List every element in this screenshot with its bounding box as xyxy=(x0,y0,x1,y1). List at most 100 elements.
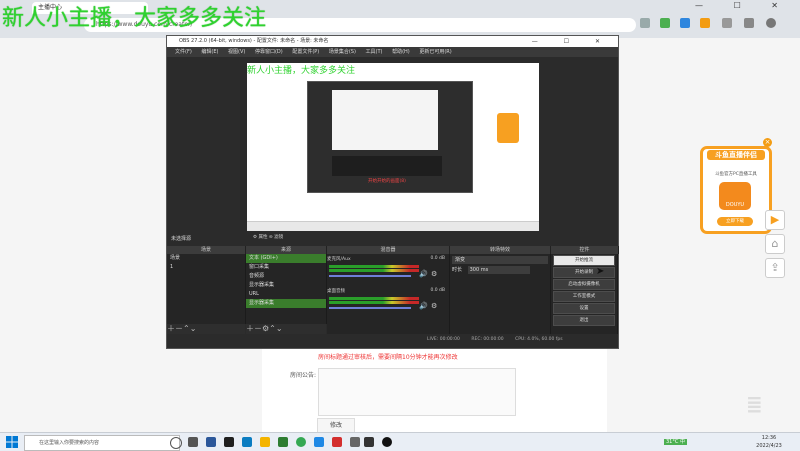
volume-slider[interactable] xyxy=(329,275,411,277)
add-icon[interactable]: ＋ xyxy=(246,324,254,333)
collections-icon[interactable] xyxy=(744,18,754,28)
filters-button[interactable]: 滤镜 xyxy=(274,235,283,240)
app-icon[interactable] xyxy=(314,437,324,447)
menu-update[interactable]: 更新已可用(R) xyxy=(419,47,451,57)
add-icon[interactable]: ＋ xyxy=(167,324,175,333)
sources-dock: 文本 (GDI+) 窗口采集 音频源 显示器采集 URL 显示器采集 xyxy=(246,254,327,324)
source-item[interactable]: 显示器采集 xyxy=(246,299,326,308)
virtual-camera-button[interactable]: 启动虚拟摄像机 xyxy=(553,279,615,290)
mixer-channel: 麦克风/Aux 0.0 dB 🔊 ⚙ xyxy=(327,256,449,278)
title-review-notice: 房间标题通过审核后，需要间隔10分钟才能再次修改 xyxy=(318,354,458,361)
filter-icon[interactable]: ⊜ xyxy=(269,235,273,240)
menu-profile[interactable]: 配置文件(P) xyxy=(292,47,319,57)
weather-badge[interactable]: 31°C 中 xyxy=(664,439,687,445)
app-icon[interactable] xyxy=(278,437,288,447)
remove-icon[interactable]: － xyxy=(175,324,183,333)
gear-icon[interactable]: ⚙ xyxy=(253,235,257,240)
source-item[interactable]: 文本 (GDI+) xyxy=(246,254,326,263)
folder-icon[interactable] xyxy=(260,437,270,447)
app-icon[interactable] xyxy=(224,437,234,447)
sources-toolbar: ＋－⚙⌃⌄ xyxy=(246,324,326,334)
play-icon[interactable]: ▶ xyxy=(765,210,785,230)
start-recording-button[interactable]: 开始录制 xyxy=(553,267,615,278)
rec-status: REC: 00:00:00 xyxy=(471,337,504,342)
obs-icon[interactable] xyxy=(382,437,392,447)
mouse-cursor-icon: ➤ xyxy=(596,266,605,277)
extension-icon[interactable] xyxy=(680,18,690,28)
home-icon[interactable]: ⌂ xyxy=(765,234,785,254)
volume-slider[interactable] xyxy=(329,307,411,309)
down-icon[interactable]: ⌄ xyxy=(190,324,197,333)
room-announcement-input[interactable] xyxy=(318,368,516,416)
menu-tools[interactable]: 工具(T) xyxy=(366,47,383,57)
transitions-dock-header: 转场特效 xyxy=(450,246,551,254)
source-item[interactable]: 窗口采集 xyxy=(246,263,326,272)
properties-button[interactable]: 属性 xyxy=(258,235,267,240)
app-icon[interactable] xyxy=(364,437,374,447)
obs-preview[interactable]: 新人小主播，大家多多关注 开始开始的画面(8) xyxy=(247,63,539,231)
remove-icon[interactable]: － xyxy=(254,324,262,333)
app-icon[interactable] xyxy=(242,437,252,447)
menu-view[interactable]: 视图(V) xyxy=(228,47,245,57)
app-icon[interactable] xyxy=(350,437,360,447)
exit-button[interactable]: 退出 xyxy=(553,315,615,326)
live-status: LIVE: 00:00:00 xyxy=(427,337,460,342)
mixer-channel: 桌面音频 0.0 dB 🔊 ⚙ xyxy=(327,288,449,310)
clock-date: 2022/4/23 xyxy=(756,443,782,449)
start-streaming-button[interactable]: 开始推流 xyxy=(553,255,615,266)
cortana-icon[interactable] xyxy=(170,437,182,449)
channel-name: 麦克风/Aux xyxy=(327,257,351,262)
transition-select[interactable]: 渐变 xyxy=(452,256,548,264)
channel-level: 0.0 dB xyxy=(430,256,445,261)
extension-icon[interactable] xyxy=(660,18,670,28)
cpu-status: CPU: 4.0%, 60.00 fps xyxy=(515,337,563,342)
scene-item[interactable]: 场景 xyxy=(167,254,245,263)
source-item[interactable]: 显示器采集 xyxy=(246,281,326,290)
profile-icon[interactable] xyxy=(766,18,776,28)
system-tray[interactable]: 31°C 中 xyxy=(664,435,734,449)
upload-icon[interactable]: ⇪ xyxy=(765,258,785,278)
transitions-dock: 渐变 时长 300 ms xyxy=(450,254,551,334)
ad-title: 斗鱼直播伴侣 xyxy=(707,150,765,160)
menu-help[interactable]: 帮助(H) xyxy=(392,47,410,57)
up-icon[interactable]: ⌃ xyxy=(269,324,276,333)
obs-menubar: 文件(F) 编辑(E) 视图(V) 停靠窗口(D) 配置文件(P) 场景集合(S… xyxy=(167,47,618,57)
mini-ad-icon xyxy=(497,113,519,143)
down-icon[interactable]: ⌄ xyxy=(276,324,283,333)
duration-input[interactable]: 300 ms xyxy=(467,266,530,274)
douyu-ad[interactable]: 斗鱼直播伴侣 斗鱼官方PC直播工具 DOUYU 立即下载 xyxy=(700,146,772,234)
source-item[interactable]: 音频源 xyxy=(246,272,326,281)
ad-download-button[interactable]: 立即下载 xyxy=(717,217,753,226)
modify-button[interactable]: 修改 xyxy=(317,418,355,433)
studio-mode-button[interactable]: 工作室模式 xyxy=(553,291,615,302)
audio-meter xyxy=(329,297,419,300)
extension-icon[interactable] xyxy=(640,18,650,28)
app-icon[interactable] xyxy=(332,437,342,447)
taskbar-search-input[interactable]: 在这里输入你要搜索的内容 xyxy=(24,435,180,451)
speaker-icon[interactable]: 🔊 xyxy=(419,302,428,310)
gear-icon[interactable]: ⚙ xyxy=(431,302,437,310)
obs-statusbar: LIVE: 00:00:00 REC: 00:00:00 CPU: 4.0%, … xyxy=(167,334,618,346)
windows-start-icon[interactable] xyxy=(6,436,18,448)
extension-icon[interactable] xyxy=(700,18,710,28)
gear-icon[interactable]: ⚙ xyxy=(431,270,437,278)
menu-scene-collection[interactable]: 场景集合(S) xyxy=(329,47,356,57)
task-view-icon[interactable] xyxy=(188,437,198,447)
scenes-dock: 场景 1 xyxy=(167,254,246,324)
app-icon[interactable] xyxy=(206,437,216,447)
taskbar-clock[interactable]: 12:36 2022/4/23 xyxy=(744,434,794,450)
window-controls[interactable]: — ☐ ✕ xyxy=(695,1,792,10)
favorites-icon[interactable] xyxy=(722,18,732,28)
settings-button[interactable]: 设置 xyxy=(553,303,615,314)
up-icon[interactable]: ⌃ xyxy=(183,324,190,333)
scene-item[interactable]: 1 xyxy=(167,263,245,272)
extension-icons xyxy=(640,16,790,30)
menu-edit[interactable]: 编辑(E) xyxy=(201,47,218,57)
speaker-icon[interactable]: 🔊 xyxy=(419,270,428,278)
chrome-icon[interactable] xyxy=(296,437,306,447)
menu-file[interactable]: 文件(F) xyxy=(175,47,192,57)
obs-window-controls[interactable]: — ☐ ✕ xyxy=(532,36,612,47)
menu-docks[interactable]: 停靠窗口(D) xyxy=(255,47,283,57)
source-item[interactable]: URL xyxy=(246,290,326,299)
windows-taskbar: 在这里输入你要搜索的内容 31°C 中 12:36 2022/4/23 xyxy=(0,432,800,451)
